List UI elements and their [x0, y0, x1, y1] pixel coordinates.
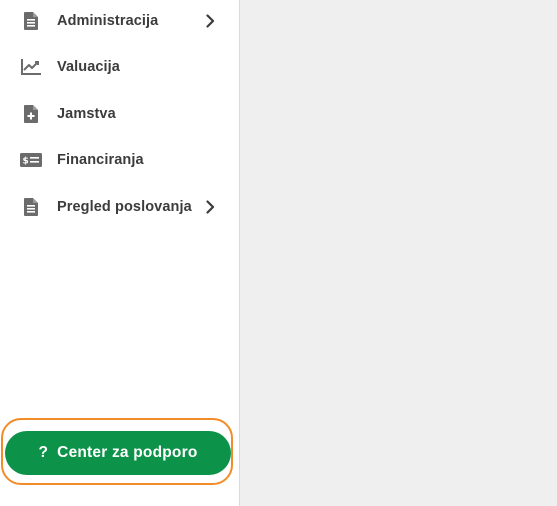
- support-center-label: Center za podporo: [57, 444, 198, 461]
- file-plus-icon: [20, 103, 42, 125]
- main-content-area: [240, 0, 557, 506]
- sidebar-item-financiranja[interactable]: $ Financiranja: [0, 140, 239, 180]
- sidebar-item-label: Financiranja: [57, 152, 144, 168]
- document-icon: [20, 10, 42, 32]
- app-root: Administracija Valuacija Jamstva $ Finan…: [0, 0, 557, 506]
- document-icon: [20, 196, 42, 218]
- support-center-button[interactable]: ? Center za podporo: [5, 431, 231, 475]
- sidebar-item-valuacija[interactable]: Valuacija: [0, 47, 239, 87]
- chevron-right-icon: [203, 200, 217, 214]
- sidebar-item-label: Valuacija: [57, 59, 120, 75]
- money-bill-icon: $: [20, 149, 42, 171]
- sidebar-item-pregled-poslovanja[interactable]: Pregled poslovanja: [0, 187, 239, 227]
- sidebar-item-administracija[interactable]: Administracija: [0, 1, 239, 41]
- sidebar-item-label: Administracija: [57, 13, 159, 29]
- sidebar-item-label: Jamstva: [57, 106, 116, 122]
- sidebar-item-label: Pregled poslovanja: [57, 199, 192, 215]
- chevron-right-icon: [203, 14, 217, 28]
- question-icon: ?: [38, 444, 49, 461]
- chart-line-icon: [20, 56, 42, 78]
- sidebar: Administracija Valuacija Jamstva $ Finan…: [0, 0, 240, 506]
- svg-text:$: $: [23, 157, 29, 167]
- sidebar-item-jamstva[interactable]: Jamstva: [0, 94, 239, 134]
